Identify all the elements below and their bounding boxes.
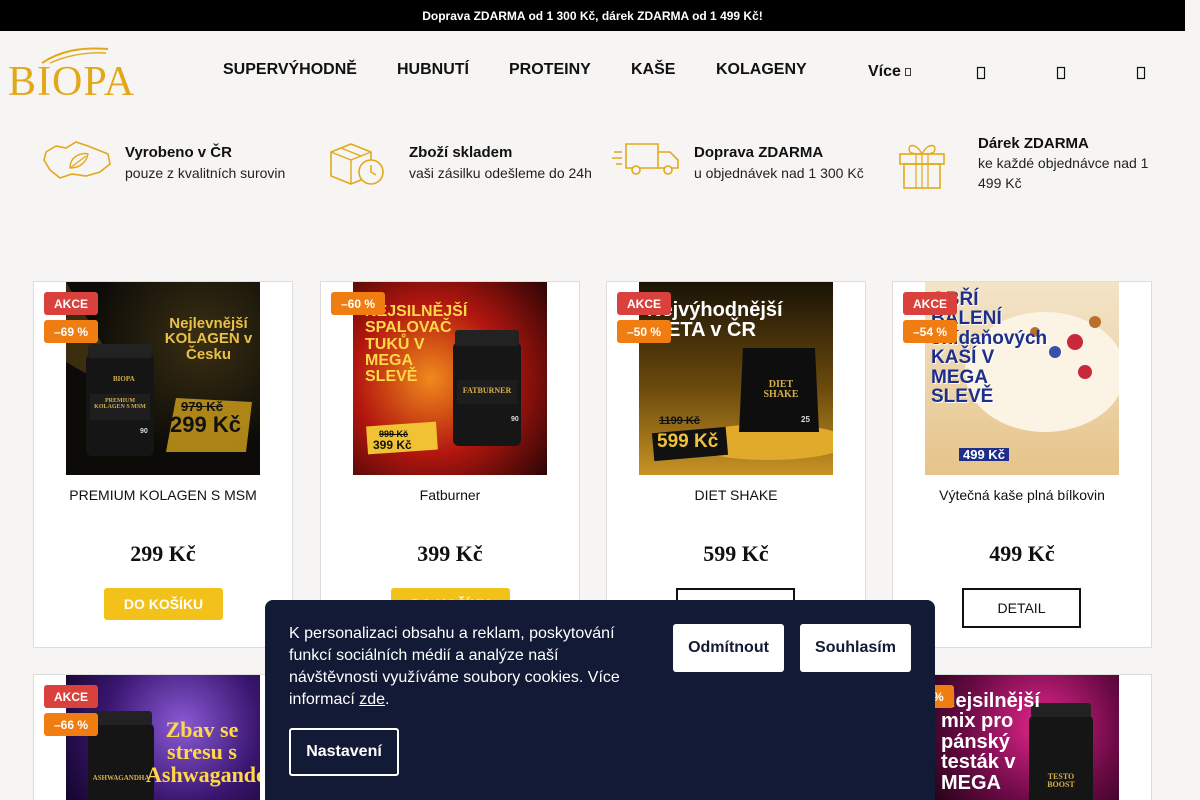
nav-proteiny[interactable]: PROTEINY (509, 61, 591, 79)
box-clock-icon (330, 143, 384, 185)
cookie-more-info-link[interactable]: zde (359, 691, 385, 708)
benefits-strip: Vyrobeno v ČR pouze z kvalitních surovin… (0, 130, 1185, 200)
akce-badge: AKCE (617, 292, 672, 315)
biopa-logo[interactable]: BIOPA (8, 45, 138, 103)
product-price: 499 Kč (989, 541, 1055, 566)
benefit-in-stock: Zboží skladem vaši zásilku odešleme do 2… (327, 130, 597, 200)
benefit-free-shipping: Doprava ZDARMA u objednávek nad 1 300 Kč (612, 130, 882, 200)
cookie-text: K personalizaci obsahu a reklam, poskyto… (289, 623, 634, 711)
czech-map-icon (43, 141, 111, 179)
cookie-settings-button[interactable]: Nastavení (289, 728, 399, 776)
cookie-text-end: . (385, 691, 390, 708)
product-image[interactable]: Nejsilnější mix pro pánský testák v MEGA… (925, 675, 1119, 800)
image-count: 25 (801, 415, 810, 424)
nav-supervyhodne[interactable]: SUPERVÝHODNĚ (223, 61, 357, 79)
image-count: 90 (511, 416, 519, 423)
image-product-label: TESTO BOOST (1047, 772, 1075, 790)
nav-more-label: Více (868, 63, 901, 80)
nav-more[interactable]: Více (868, 63, 911, 81)
announcement-text: Doprava ZDARMA od 1 300 Kč, dárek ZDARMA… (422, 8, 763, 23)
product-card[interactable]: –60 % NEJSILNĚJŠÍ SPALOVAČ TUKŮ V MEGA S… (320, 281, 580, 648)
user-icon[interactable] (1053, 63, 1069, 83)
product-card[interactable]: AKCE –66 % Zbav se stresu s Ashwagandou … (33, 674, 293, 800)
discount-badge: –69 % (44, 320, 99, 343)
cart-icon[interactable] (1133, 63, 1149, 83)
benefit-subtitle: ke každé objednávce nad 1 499 Kč (978, 155, 1149, 191)
detail-button[interactable]: DETAIL (962, 588, 1081, 628)
product-name[interactable]: PREMIUM KOLAGEN S MSM (34, 487, 292, 503)
shipping-announcement-bar: Doprava ZDARMA od 1 300 Kč, dárek ZDARMA… (0, 0, 1185, 31)
discount-badge: –54 % (903, 320, 958, 343)
image-count: 90 (140, 428, 148, 435)
product-card[interactable]: AKCE –50 % Nejvýhodnější DIETA v ČR 1199… (606, 281, 866, 648)
cookie-accept-button[interactable]: Souhlasím (800, 624, 911, 672)
image-old-price: 1199 Kč (659, 415, 700, 427)
benefit-subtitle: pouze z kvalitních surovin (125, 165, 286, 181)
product-card[interactable]: AKCE –54 % OBŘÍ BALENÍ snídaňových KAŠÍ … (892, 281, 1152, 648)
image-headline: Zbav se stresu s Ashwagandou (146, 717, 260, 787)
product-price: 599 Kč (703, 541, 769, 566)
akce-badge: AKCE (44, 685, 99, 708)
cookie-consent-banner: K personalizaci obsahu a reklam, poskyto… (265, 600, 935, 800)
product-card[interactable]: AKCE –69 % Nejlevnější KOLAGEN v Česku 9… (33, 281, 293, 648)
benefit-title: Vyrobeno v ČR (125, 144, 232, 161)
image-new-price: 499 Kč (959, 448, 1009, 461)
logo-wordmark: BIOPA (8, 59, 136, 105)
product-name[interactable]: Výtečná kaše plná bílkovin (893, 487, 1151, 503)
gift-icon (899, 144, 945, 189)
image-headline: Nejlevnější KOLAGEN v Česku (164, 315, 253, 363)
cookie-decline-button[interactable]: Odmítnout (673, 624, 784, 672)
truck-icon (612, 143, 679, 175)
product-price: 299 Kč (130, 541, 196, 566)
benefit-free-gift: Dárek ZDARMA ke každé objednávce nad 1 4… (896, 130, 1166, 200)
chevron-down-icon (905, 68, 911, 76)
benefit-made-in-cz: Vyrobeno v ČR pouze z kvalitních surovin (42, 130, 302, 200)
add-to-cart-button[interactable]: DO KOŠÍKU (104, 588, 223, 620)
image-headline: NEJSILNĚJŠÍ SPALOVAČ TUKŮ V MEGA SLEVĚ (365, 303, 468, 386)
image-new-price: 299 Kč (170, 412, 241, 437)
product-name[interactable]: DIET SHAKE (607, 487, 865, 503)
akce-badge: AKCE (903, 292, 958, 315)
nav-kase[interactable]: KAŠE (631, 61, 675, 79)
discount-badge: –60 % (331, 292, 386, 315)
image-brand: BIOPA (113, 375, 135, 383)
benefit-title: Zboží skladem (409, 144, 513, 161)
image-new-price: 399 Kč (373, 438, 412, 452)
image-product-label: DIET SHAKE (763, 379, 799, 401)
search-icon[interactable] (973, 63, 989, 83)
product-name[interactable]: Fatburner (321, 487, 579, 503)
discount-badge: –50 % (617, 320, 672, 343)
cookie-text-main: K personalizaci obsahu a reklam, poskyto… (289, 625, 620, 708)
image-product-label: FATBURNER (462, 386, 512, 395)
discount-badge: –66 % (44, 713, 99, 736)
nav-hubnuti[interactable]: HUBNUTÍ (397, 61, 469, 79)
site-header: BIOPA SUPERVÝHODNĚ HUBNUTÍ PROTEINY KAŠE… (0, 31, 1185, 111)
benefit-title: Dárek ZDARMA (978, 135, 1089, 152)
akce-badge: AKCE (44, 292, 99, 315)
benefit-subtitle: vaši zásilku odešleme do 24h (409, 165, 592, 181)
image-new-price: 599 Kč (657, 431, 719, 452)
benefit-title: Doprava ZDARMA (694, 144, 824, 161)
image-product-label: PREMIUM KOLAGEN S MSM (94, 398, 146, 411)
product-price: 399 Kč (417, 541, 483, 566)
benefit-subtitle: u objednávek nad 1 300 Kč (694, 165, 864, 181)
nav-kolageny[interactable]: KOLAGENY (716, 61, 807, 79)
image-product-label: ASHWAGANDHA (92, 774, 150, 782)
